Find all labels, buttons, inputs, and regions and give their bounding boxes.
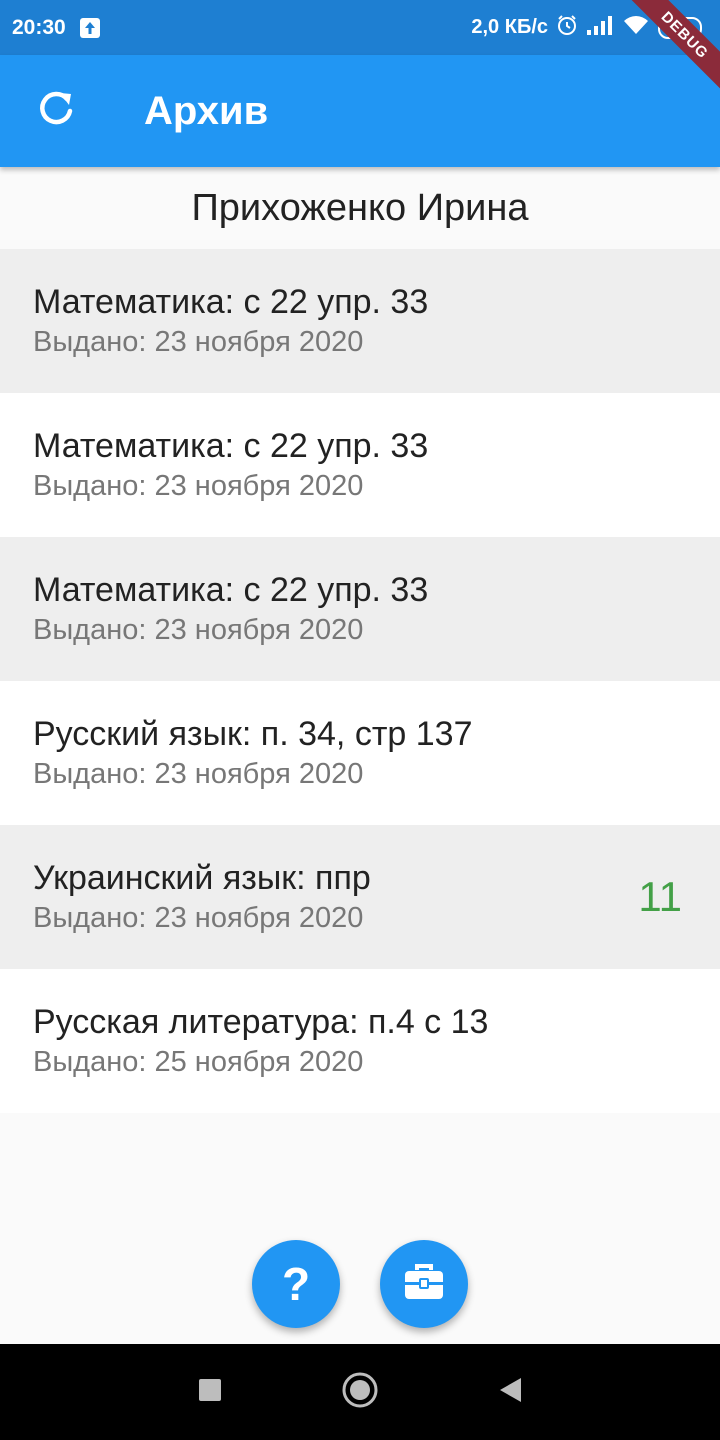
homework-list: Математика: с 22 упр. 33 Выдано: 23 нояб… xyxy=(0,249,720,1113)
homework-issued-date: Выдано: 23 ноября 2020 xyxy=(33,470,364,502)
screen: 20:30 2,0 КБ/с 54 DEBUG xyxy=(0,0,720,1440)
homework-title: Математика: с 22 упр. 33 xyxy=(33,283,429,321)
list-item-text: Математика: с 22 упр. 33 Выдано: 23 нояб… xyxy=(33,425,428,505)
list-item-text: Математика: с 22 упр. 33 Выдано: 23 нояб… xyxy=(33,569,428,649)
homework-title: Математика: с 22 упр. 33 xyxy=(33,571,429,609)
list-item-text: Украинский язык: ппр Выдано: 23 ноября 2… xyxy=(33,857,371,937)
home-button[interactable] xyxy=(338,1344,382,1440)
alarm-icon xyxy=(556,14,578,42)
homework-title: Украинский язык: ппр xyxy=(33,859,371,897)
list-item[interactable]: Русская литература: п.4 с 13 Выдано: 25 … xyxy=(0,969,720,1113)
network-speed: 2,0 КБ/с xyxy=(471,16,548,38)
circle-icon xyxy=(341,1371,379,1414)
list-item-text: Русский язык: п. 34, стр 137 Выдано: 23 … xyxy=(33,713,472,793)
status-left: 20:30 xyxy=(12,16,100,40)
briefcase-icon xyxy=(402,1262,446,1307)
briefcase-button[interactable] xyxy=(380,1240,468,1328)
homework-issued-date: Выдано: 25 ноября 2020 xyxy=(33,1046,364,1078)
status-time: 20:30 xyxy=(12,15,66,39)
homework-issued-date: Выдано: 23 ноября 2020 xyxy=(33,326,364,358)
list-item-text: Математика: с 22 упр. 33 Выдано: 23 нояб… xyxy=(33,281,428,361)
grade-badge: 11 xyxy=(638,873,682,920)
wifi-icon xyxy=(622,14,650,42)
homework-title: Русский язык: п. 34, стр 137 xyxy=(33,715,473,753)
system-nav-bar xyxy=(0,1344,720,1440)
list-item[interactable]: Украинский язык: ппр Выдано: 23 ноября 2… xyxy=(0,825,720,969)
upload-icon xyxy=(79,17,100,38)
back-triangle-icon xyxy=(497,1376,523,1409)
list-item-text: Русская литература: п.4 с 13 Выдано: 25 … xyxy=(33,1001,488,1081)
list-item[interactable]: Русский язык: п. 34, стр 137 Выдано: 23 … xyxy=(0,681,720,825)
status-bar: 20:30 2,0 КБ/с 54 xyxy=(0,0,720,55)
signal-icon xyxy=(586,15,614,41)
recents-button[interactable] xyxy=(190,1344,230,1440)
list-item[interactable]: Математика: с 22 упр. 33 Выдано: 23 нояб… xyxy=(0,537,720,681)
back-button[interactable] xyxy=(490,1344,530,1440)
list-item[interactable]: Математика: с 22 упр. 33 Выдано: 23 нояб… xyxy=(0,249,720,393)
homework-issued-date: Выдано: 23 ноября 2020 xyxy=(33,614,364,646)
student-name: Прихоженко Ирина xyxy=(191,186,529,229)
refresh-icon xyxy=(36,89,76,134)
square-icon xyxy=(198,1378,222,1407)
page-title: Архив xyxy=(144,88,269,133)
app-bar: Архив xyxy=(0,55,720,167)
help-button[interactable]: ? xyxy=(252,1240,340,1328)
list-item[interactable]: Математика: с 22 упр. 33 Выдано: 23 нояб… xyxy=(0,393,720,537)
help-icon: ? xyxy=(281,1258,311,1310)
homework-issued-date: Выдано: 23 ноября 2020 xyxy=(33,902,364,934)
homework-issued-date: Выдано: 23 ноября 2020 xyxy=(33,758,364,790)
homework-title: Математика: с 22 упр. 33 xyxy=(33,427,429,465)
refresh-button[interactable] xyxy=(0,55,112,167)
homework-title: Русская литература: п.4 с 13 xyxy=(33,1003,489,1041)
